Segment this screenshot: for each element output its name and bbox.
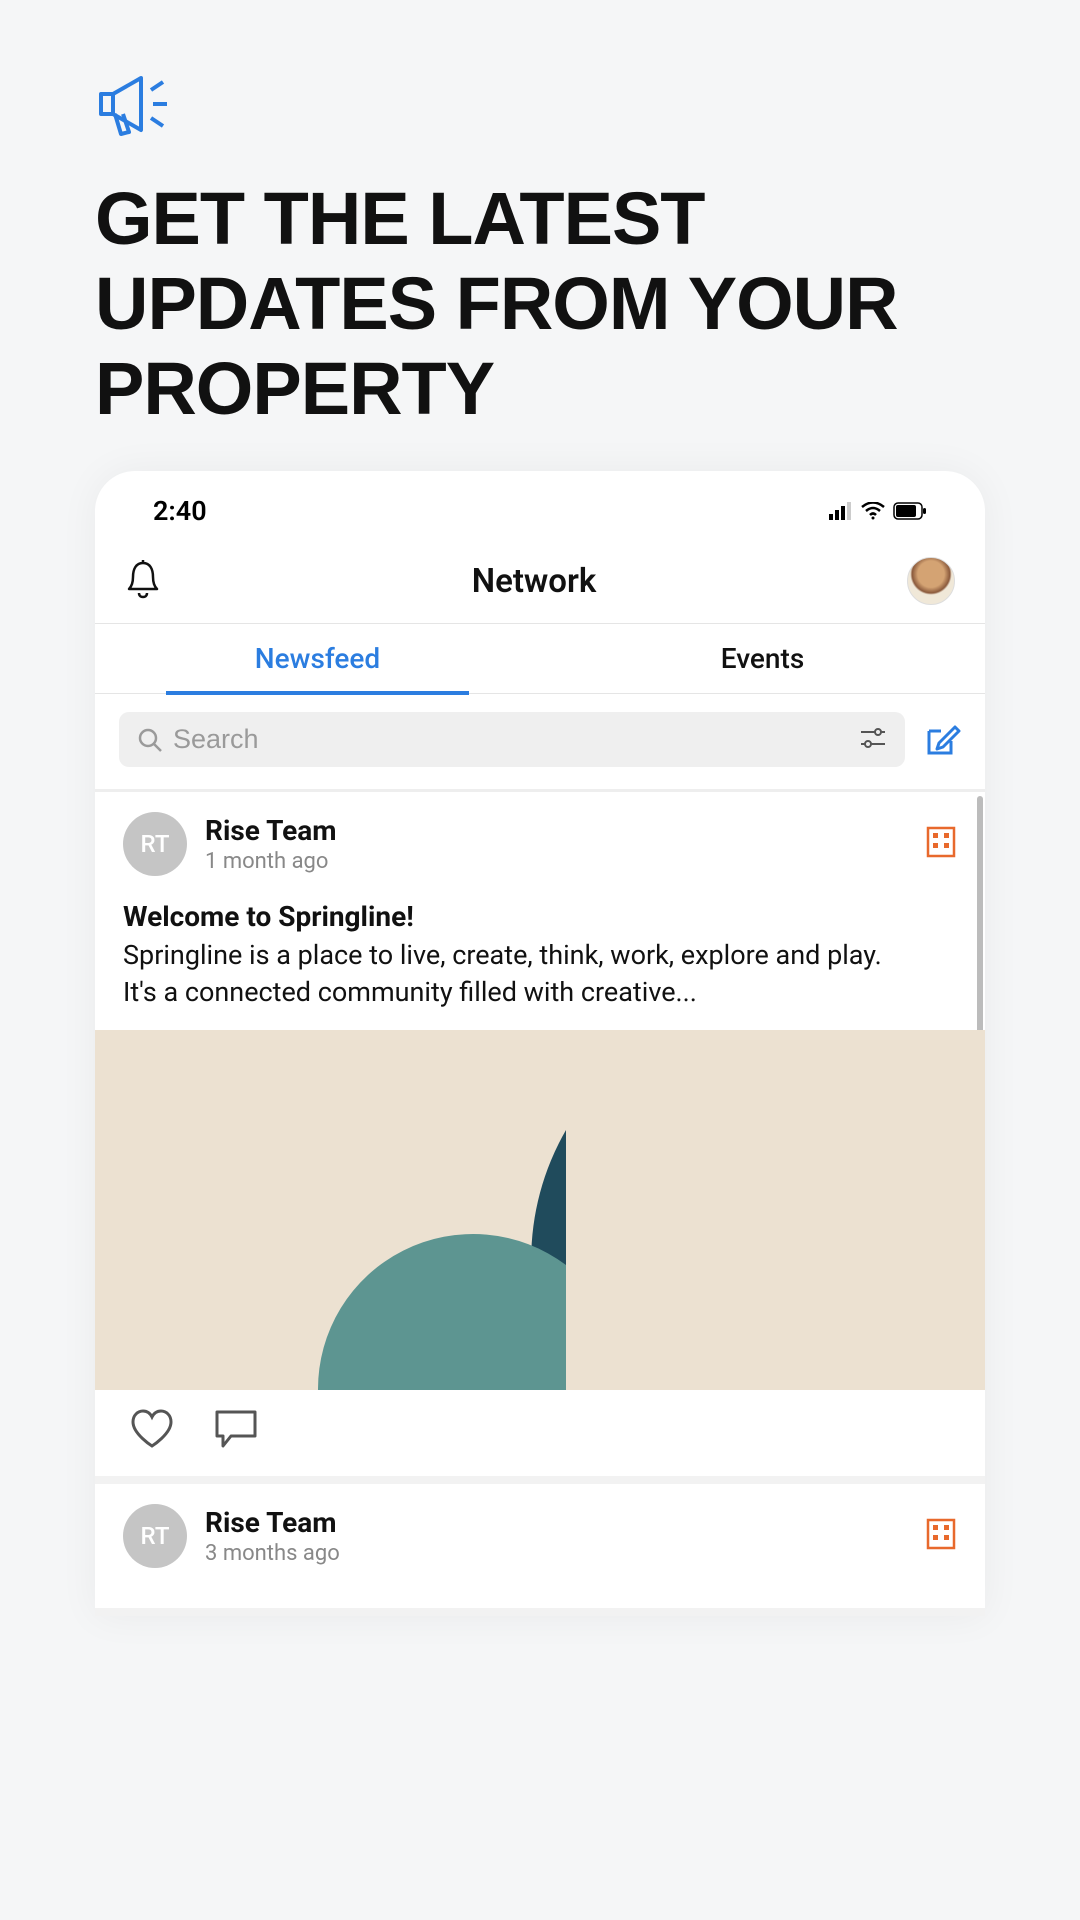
post-card: RT Rise Team 3 months ago [95,1484,985,1616]
cellular-icon [829,502,853,520]
app-header: Network [95,539,985,624]
like-button[interactable] [129,1408,175,1454]
building-badge-icon [925,825,957,863]
wifi-icon [861,502,885,520]
compose-button[interactable] [923,721,961,759]
post-timestamp: 3 months ago [205,1541,907,1566]
building-badge-icon [925,1517,957,1555]
comment-icon [213,1408,259,1450]
status-icons [829,502,927,520]
post-timestamp: 1 month ago [205,849,907,874]
compose-icon [923,721,961,759]
search-input[interactable] [173,724,887,755]
post-avatar[interactable]: RT [123,812,187,876]
heart-icon [129,1408,175,1450]
bell-icon [125,559,161,599]
post-body-text: Springline is a place to live, create, t… [123,937,957,1010]
page-title: Network [472,562,597,601]
sliders-icon [859,726,887,750]
tab-events[interactable]: Events [540,624,985,694]
status-bar: 2:40 [95,471,985,539]
search-icon [137,727,163,753]
post-image[interactable] [95,1030,985,1390]
filter-button[interactable] [859,726,887,754]
tab-newsfeed[interactable]: Newsfeed [95,624,540,694]
profile-avatar[interactable] [907,557,955,605]
megaphone-icon [95,70,985,146]
post-author: Rise Team [205,1506,907,1539]
post-title: Welcome to Springline! [123,900,957,933]
status-time: 2:40 [153,495,207,527]
post-card: RT Rise Team 1 month ago Welcome to [95,792,985,1484]
phone-frame: 2:40 [95,471,985,1616]
search-box[interactable] [119,712,905,767]
promo-title: GET THE LATEST UPDATES FROM YOUR PROPERT… [95,176,985,431]
comment-button[interactable] [213,1408,259,1454]
tabs: Newsfeed Events [95,624,985,694]
notifications-button[interactable] [125,559,161,603]
post-author: Rise Team [205,814,907,847]
active-tab-indicator [166,691,469,695]
post-avatar[interactable]: RT [123,1504,187,1568]
battery-icon [893,502,927,520]
feed: RT Rise Team 1 month ago Welcome to [95,792,985,1616]
